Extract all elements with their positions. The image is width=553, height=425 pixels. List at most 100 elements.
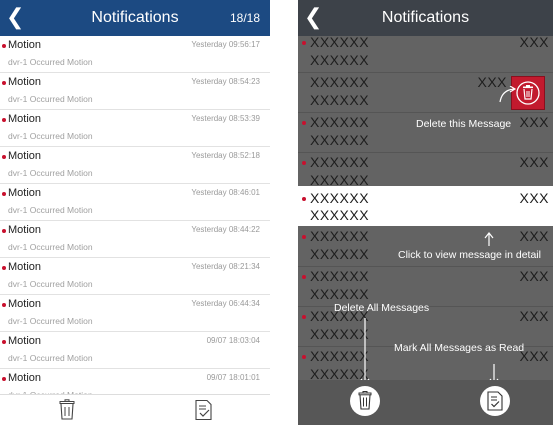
mark-read-icon[interactable] xyxy=(193,399,215,421)
item-title: Motion xyxy=(8,150,42,162)
item-title: Motion xyxy=(8,372,42,384)
unread-dot-icon xyxy=(2,118,6,122)
footer-toolbar xyxy=(0,394,270,425)
highlighted-list-item[interactable]: XXXXXX XXXXXX XXX xyxy=(298,186,553,226)
item-subtitle: dvr-1 Occurred Motion xyxy=(8,168,93,178)
down-arrow-icon xyxy=(360,318,370,385)
curved-arrow-icon xyxy=(499,86,517,103)
item-time: Yesterday 08:21:34 xyxy=(191,262,260,271)
item-subtitle: dvr-1 Occurred Motion xyxy=(8,205,93,215)
item-time: XXX xyxy=(519,154,549,170)
list-item[interactable]: Motion Yesterday 08:53:39 dvr-1 Occurred… xyxy=(0,110,270,147)
help-overlay-screen: ❮ Notifications XXXXXX XXXXXX XXX XXXXXX… xyxy=(298,0,553,425)
list-item[interactable]: Motion 09/07 18:03:04 dvr-1 Occurred Mot… xyxy=(0,332,270,369)
unread-dot-icon xyxy=(302,355,306,359)
page-title: Notifications xyxy=(381,9,470,26)
item-subtitle: XXXXXX xyxy=(310,207,370,223)
annotation-delete-all: Delete All Messages xyxy=(334,302,430,314)
up-arrow-icon xyxy=(484,232,494,246)
unread-dot-icon xyxy=(2,266,6,270)
item-subtitle: dvr-1 Occurred Motion xyxy=(8,131,93,141)
mark-read-icon xyxy=(487,391,503,411)
notification-list-overlay: XXXXXX XXXXXX XXX XXXXXX XXXXXX XXX XXXX… xyxy=(298,34,553,425)
item-title: Motion xyxy=(8,39,42,51)
item-subtitle: XXXXXX xyxy=(310,246,370,262)
item-subtitle: XXXXXX xyxy=(310,286,370,302)
item-title: Motion xyxy=(8,335,42,347)
item-subtitle: dvr-1 Occurred Motion xyxy=(8,353,93,363)
delete-all-button[interactable] xyxy=(350,386,380,416)
trash-icon[interactable] xyxy=(56,399,78,421)
item-title: XXXXXX xyxy=(310,74,370,90)
footer-toolbar xyxy=(298,380,553,425)
notifications-screen: ❮ Notifications 18/18 Motion Yesterday 0… xyxy=(0,0,270,425)
list-item[interactable]: Motion Yesterday 08:44:22 dvr-1 Occurred… xyxy=(0,221,270,258)
list-item[interactable]: XXXXXX XXXXXX XXX xyxy=(298,266,553,307)
item-title: XXXXXX xyxy=(310,228,370,244)
unread-dot-icon xyxy=(2,155,6,159)
annotation-delete-message: Delete this Message xyxy=(416,118,512,130)
item-subtitle: dvr-1 Occurred Motion xyxy=(8,57,93,67)
item-time: Yesterday 09:56:17 xyxy=(191,40,260,49)
item-title: XXXXXX xyxy=(310,154,370,170)
item-time: XXX xyxy=(519,228,549,244)
unread-dot-icon xyxy=(2,44,6,48)
list-item[interactable]: Motion Yesterday 08:21:34 dvr-1 Occurred… xyxy=(0,258,270,295)
item-time: XXX xyxy=(519,34,549,50)
item-title: Motion xyxy=(8,113,42,125)
unread-dot-icon xyxy=(302,161,306,165)
item-title: Motion xyxy=(8,224,42,236)
item-time: 09/07 18:03:04 xyxy=(206,336,260,345)
item-subtitle: dvr-1 Occurred Motion xyxy=(8,279,93,289)
item-title: XXXXXX xyxy=(310,34,370,50)
item-title: Motion xyxy=(8,187,42,199)
list-item[interactable]: Motion Yesterday 08:52:18 dvr-1 Occurred… xyxy=(0,147,270,184)
header-bar: ❮ Notifications 18/18 xyxy=(0,0,270,36)
header-bar: ❮ Notifications xyxy=(298,0,553,36)
notification-list: Motion Yesterday 09:56:17 dvr-1 Occurred… xyxy=(0,36,270,406)
notification-counter: 18/18 xyxy=(229,11,260,25)
list-item[interactable]: Motion Yesterday 06:44:34 dvr-1 Occurred… xyxy=(0,295,270,332)
item-time: 09/07 18:01:01 xyxy=(206,373,260,382)
list-item[interactable]: Motion Yesterday 08:46:01 dvr-1 Occurred… xyxy=(0,184,270,221)
item-time: Yesterday 08:53:39 xyxy=(191,114,260,123)
item-time: XXX xyxy=(519,308,549,324)
list-item[interactable]: XXXXXX XXXXXX XXX xyxy=(298,32,553,73)
unread-dot-icon xyxy=(302,315,306,319)
item-title: Motion xyxy=(8,298,42,310)
annotation-view-details: Click to view message in detail xyxy=(398,249,541,261)
mark-all-read-button[interactable] xyxy=(480,386,510,416)
item-subtitle: dvr-1 Occurred Motion xyxy=(8,94,93,104)
unread-dot-icon xyxy=(2,229,6,233)
unread-dot-icon xyxy=(302,197,306,201)
item-time: XXX xyxy=(519,268,549,284)
item-time: Yesterday 06:44:34 xyxy=(191,299,260,308)
annotation-mark-read: Mark All Messages as Read xyxy=(394,342,525,354)
item-time: XXX xyxy=(519,190,549,206)
unread-dot-icon xyxy=(302,41,306,45)
item-title: XXXXXX xyxy=(310,190,370,206)
item-subtitle: dvr-1 Occurred Motion xyxy=(8,316,93,326)
list-item[interactable]: Motion Yesterday 08:54:23 dvr-1 Occurred… xyxy=(0,73,270,110)
unread-dot-icon xyxy=(302,235,306,239)
unread-dot-icon xyxy=(302,275,306,279)
item-subtitle: dvr-1 Occurred Motion xyxy=(8,242,93,252)
item-subtitle: XXXXXX xyxy=(310,132,370,148)
item-subtitle: XXXXXX xyxy=(310,92,370,108)
unread-dot-icon xyxy=(2,192,6,196)
list-item[interactable]: Motion Yesterday 09:56:17 dvr-1 Occurred… xyxy=(0,36,270,73)
item-time: Yesterday 08:46:01 xyxy=(191,188,260,197)
item-subtitle: XXXXXX xyxy=(310,52,370,68)
trash-icon xyxy=(358,391,372,410)
item-time: Yesterday 08:52:18 xyxy=(191,151,260,160)
item-title: Motion xyxy=(8,261,42,273)
item-title: Motion xyxy=(8,76,42,88)
unread-dot-icon xyxy=(2,81,6,85)
item-time: XXX xyxy=(519,114,549,130)
unread-dot-icon xyxy=(302,121,306,125)
item-title: XXXXXX xyxy=(310,268,370,284)
item-time: Yesterday 08:54:23 xyxy=(191,77,260,86)
item-time: Yesterday 08:44:22 xyxy=(191,225,260,234)
unread-dot-icon xyxy=(2,377,6,381)
unread-dot-icon xyxy=(2,303,6,307)
